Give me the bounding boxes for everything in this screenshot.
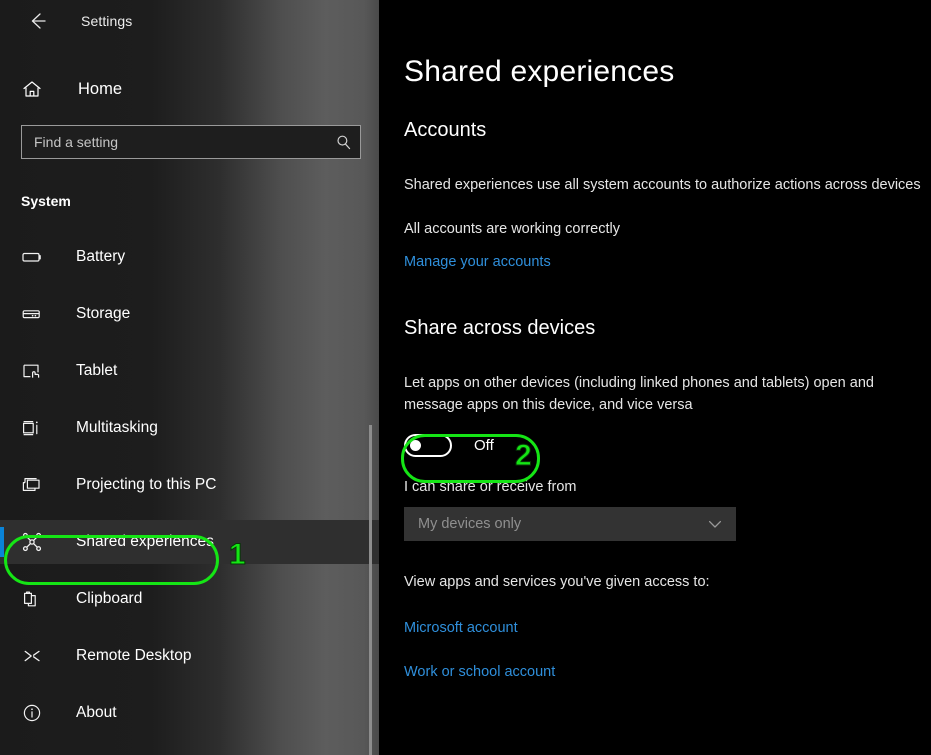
chevron-down-icon — [706, 515, 724, 533]
sidebar-item-about-label: About — [76, 704, 117, 722]
page-title: Shared experiences — [404, 55, 931, 89]
info-icon — [21, 702, 47, 724]
sidebar-item-tablet[interactable]: Tablet — [0, 349, 379, 393]
share-toggle-row: Off — [404, 430, 931, 460]
battery-icon — [21, 246, 47, 268]
share-receive-dropdown[interactable]: My devices only — [404, 507, 736, 541]
accounts-status: All accounts are working correctly — [404, 218, 922, 240]
microsoft-account-link[interactable]: Microsoft account — [404, 620, 518, 636]
main-content: Shared experiences Accounts Shared exper… — [379, 0, 931, 755]
sidebar: Settings Home Find a setting — [0, 0, 379, 755]
sidebar-item-multitasking-label: Multitasking — [76, 419, 158, 437]
annotation-badge-2: 2 — [515, 441, 532, 471]
multitasking-icon — [21, 417, 47, 439]
share-receive-dropdown-value: My devices only — [418, 516, 706, 532]
remote-desktop-icon — [21, 645, 47, 667]
sidebar-item-storage-label: Storage — [76, 305, 130, 323]
settings-window: Settings Home Find a setting — [0, 0, 931, 755]
sidebar-item-home[interactable]: Home — [0, 69, 379, 109]
sidebar-item-shared-experiences-label: Shared experiences — [76, 533, 214, 551]
sidebar-item-projecting-label: Projecting to this PC — [76, 476, 216, 494]
search-placeholder: Find a setting — [34, 134, 335, 150]
sidebar-item-remote-desktop-label: Remote Desktop — [76, 647, 191, 665]
home-icon — [21, 78, 49, 100]
sidebar-item-projecting[interactable]: Projecting to this PC — [0, 463, 379, 507]
window-title: Settings — [81, 13, 132, 29]
access-heading: View apps and services you've given acce… — [404, 571, 922, 593]
title-bar: Settings — [0, 0, 379, 42]
projecting-icon — [21, 474, 47, 496]
accounts-heading: Accounts — [404, 119, 931, 142]
share-nodes-icon — [21, 531, 47, 553]
manage-accounts-link[interactable]: Manage your accounts — [404, 254, 551, 270]
sidebar-item-home-label: Home — [78, 80, 122, 99]
sidebar-nav-list: Battery Storage — [0, 235, 379, 735]
toggle-knob — [410, 440, 421, 451]
sidebar-item-battery-label: Battery — [76, 248, 125, 266]
selection-accent-bar — [0, 527, 4, 557]
sidebar-item-storage[interactable]: Storage — [0, 292, 379, 336]
work-or-school-account-link[interactable]: Work or school account — [404, 664, 555, 680]
accounts-description: Shared experiences use all system accoun… — [404, 174, 922, 196]
sidebar-item-clipboard[interactable]: Clipboard — [0, 577, 379, 621]
sidebar-scrollbar[interactable] — [369, 425, 372, 755]
search-container: Find a setting — [21, 125, 361, 159]
back-arrow-icon[interactable] — [22, 6, 52, 36]
sidebar-item-clipboard-label: Clipboard — [76, 590, 142, 608]
share-across-devices-description: Let apps on other devices (including lin… — [404, 372, 922, 416]
search-input[interactable]: Find a setting — [21, 125, 361, 159]
sidebar-item-battery[interactable]: Battery — [0, 235, 379, 279]
tablet-icon — [21, 360, 47, 382]
search-icon[interactable] — [335, 134, 352, 151]
share-across-devices-heading: Share across devices — [404, 317, 931, 340]
storage-icon — [21, 303, 47, 325]
sidebar-item-shared-experiences[interactable]: Shared experiences — [0, 520, 379, 564]
sidebar-item-multitasking[interactable]: Multitasking — [0, 406, 379, 450]
share-receive-label: I can share or receive from — [404, 476, 922, 498]
clipboard-icon — [21, 588, 47, 610]
share-across-devices-toggle[interactable] — [404, 434, 452, 457]
sidebar-item-about[interactable]: About — [0, 691, 379, 735]
sidebar-item-tablet-label: Tablet — [76, 362, 117, 380]
sidebar-section-title: System — [21, 193, 379, 209]
sidebar-item-remote-desktop[interactable]: Remote Desktop — [0, 634, 379, 678]
toggle-state-label: Off — [474, 437, 494, 454]
annotation-badge-1: 1 — [229, 540, 246, 570]
